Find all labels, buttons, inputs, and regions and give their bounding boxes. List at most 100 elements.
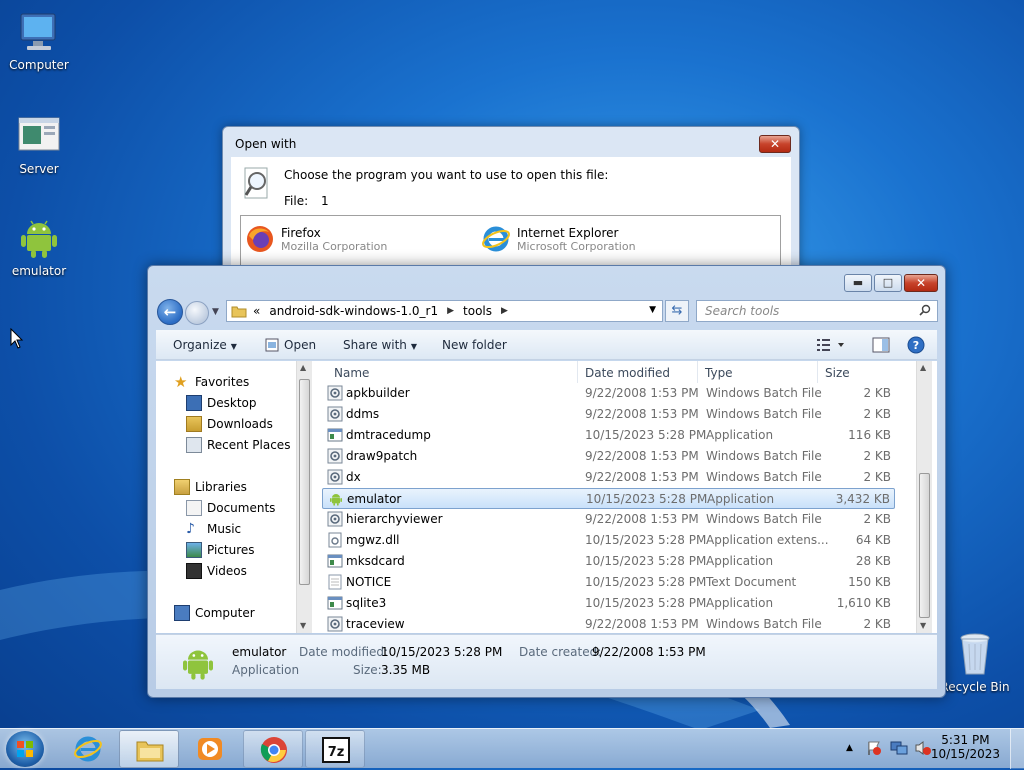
file-row-traceview[interactable]: traceview 9/22/2008 1:53 PM Windows Batch … (322, 614, 895, 635)
navigation-pane: ★ Favorites Desktop Downloads Recent Pla… (156, 361, 312, 633)
nav-pictures[interactable]: Pictures (186, 542, 255, 558)
breadcrumb-sdk[interactable]: android-sdk-windows-1.0_r1 (269, 304, 438, 318)
address-overflow[interactable]: « (253, 304, 260, 318)
view-options-icon[interactable] (816, 337, 846, 353)
open-label: Open (284, 338, 317, 352)
scroll-up-arrow[interactable]: ▲ (300, 363, 306, 372)
nav-videos[interactable]: Videos (186, 563, 247, 579)
window-close-button[interactable]: ✕ (904, 274, 938, 292)
file-size: 116 KB (848, 428, 891, 442)
taskbar-internet-explorer[interactable] (58, 730, 118, 768)
nav-desktop[interactable]: Desktop (186, 395, 257, 411)
file-row-mgwz-dll[interactable]: mgwz.dll 10/15/2023 5:28 PM Application ex… (322, 530, 895, 551)
file-name: draw9patch (346, 449, 418, 463)
clock[interactable]: 5:31 PM 10/15/2023 (931, 733, 1000, 761)
file-row-dmtracedump[interactable]: dmtracedump 10/15/2023 5:28 PM Application… (322, 425, 895, 446)
7-zip-label: 7z (328, 745, 345, 760)
taskbar-7zip[interactable]: 7z (305, 730, 365, 768)
scroll-down-arrow[interactable]: ▼ (920, 621, 926, 630)
recent-places-icon (186, 437, 202, 453)
maximize-button[interactable]: □ (874, 274, 902, 292)
refresh-button[interactable]: ⇆ (665, 300, 689, 322)
forward-button[interactable] (185, 301, 209, 325)
column-type[interactable]: Type (705, 366, 733, 380)
nav-label: Downloads (207, 417, 273, 431)
desktop-icon-emulator[interactable]: emulator (0, 214, 78, 278)
volume-muted-icon[interactable] (914, 740, 932, 756)
file-row-draw9patch[interactable]: draw9patch 9/22/2008 1:53 PM Windows Batch… (322, 446, 895, 467)
caption-buttons: ▬ □ ✕ (844, 274, 938, 292)
nav-recent-places[interactable]: Recent Places (186, 437, 290, 453)
breadcrumb-separator[interactable]: ▶ (447, 306, 454, 316)
batch-file-icon (327, 448, 343, 464)
search-input[interactable]: Search tools (696, 300, 938, 322)
address-bar[interactable]: « android-sdk-windows-1.0_r1 ▶ tools ▶ ▼ (226, 300, 663, 322)
file-date-modified: 10/15/2023 5:28 PM (585, 428, 707, 442)
start-button[interactable] (6, 731, 44, 767)
nav-libraries[interactable]: Libraries (174, 479, 247, 495)
program-firefox[interactable]: Firefox Mozilla Corporation (245, 222, 445, 262)
file-scrollbar[interactable]: ▲ ▼ (916, 361, 932, 633)
program-vendor: Mozilla Corporation (281, 240, 388, 253)
organize-button[interactable]: Organize ▼ (173, 338, 237, 352)
breadcrumb-separator[interactable]: ▶ (501, 306, 508, 316)
show-desktop-button[interactable] (1010, 729, 1024, 769)
file-row-mksdcard[interactable]: mksdcard 10/15/2023 5:28 PM Application 28 … (322, 551, 895, 572)
recent-pages-dropdown[interactable]: ▼ (212, 307, 219, 317)
scroll-up-arrow[interactable]: ▲ (920, 363, 926, 372)
taskbar-windows-explorer[interactable] (119, 730, 179, 768)
taskbar-chrome[interactable] (243, 730, 303, 768)
desktop-icon-server[interactable]: Server (0, 112, 78, 176)
help-icon[interactable]: ? (907, 336, 925, 354)
nav-computer[interactable]: Computer (174, 605, 255, 621)
taskbar-media-player[interactable] (180, 730, 240, 768)
breadcrumb-tools[interactable]: tools (463, 304, 492, 318)
preview-pane-icon[interactable] (872, 337, 890, 353)
scroll-down-arrow[interactable]: ▼ (300, 621, 306, 630)
file-row-emulator[interactable]: emulator 10/15/2023 5:28 PM Application 3,4… (322, 488, 895, 509)
file-row-hierarchyviewer[interactable]: hierarchyviewer 9/22/2008 1:53 PM Windows … (322, 509, 895, 530)
minimize-button[interactable]: ▬ (844, 274, 872, 292)
new-folder-button[interactable]: New folder (442, 338, 507, 352)
file-row-ddms[interactable]: ddms 9/22/2008 1:53 PM Windows Batch File 2… (322, 404, 895, 425)
nav-downloads[interactable]: Downloads (186, 416, 273, 432)
open-with-dialog: Open with ✕ Choose the program you want … (222, 126, 800, 276)
details-type: Application (232, 663, 300, 677)
dialog-close-button[interactable]: ✕ (759, 135, 791, 153)
show-hidden-icons-button[interactable]: ▲ (846, 743, 853, 753)
file-row-apkbuilder[interactable]: apkbuilder 9/22/2008 1:53 PM Windows Batch… (322, 383, 895, 404)
desktop-icon-computer[interactable]: Computer (0, 8, 78, 72)
nav-music[interactable]: ♪ Music (186, 521, 241, 537)
back-button[interactable]: ← (157, 299, 183, 325)
file-row-dx[interactable]: dx 9/22/2008 1:53 PM Windows Batch File 2 K… (322, 467, 895, 488)
file-row-notice[interactable]: NOTICE 10/15/2023 5:28 PM Text Document 150… (322, 572, 895, 593)
column-name[interactable]: Name (334, 366, 369, 380)
nav-documents[interactable]: Documents (186, 500, 275, 516)
column-date-modified[interactable]: Date modified (585, 366, 670, 380)
share-with-button[interactable]: Share with ▼ (343, 338, 417, 352)
file-name: apkbuilder (346, 386, 410, 400)
nav-scrollbar[interactable]: ▲ ▼ (296, 361, 312, 633)
file-row-sqlite3[interactable]: sqlite3 10/15/2023 5:28 PM Application 1,61… (322, 593, 895, 614)
network-icon[interactable] (890, 740, 908, 756)
libraries-icon (174, 479, 190, 495)
android-icon (328, 491, 344, 507)
command-bar: Organize ▼ Open Share with ▼ New folder ? (156, 330, 937, 360)
desktop-icon-recycle-bin[interactable]: Recycle Bin (936, 630, 1014, 694)
file-date-modified: 9/22/2008 1:53 PM (585, 617, 699, 631)
scroll-thumb[interactable] (919, 473, 930, 618)
open-button[interactable]: Open (284, 338, 316, 352)
column-size[interactable]: Size (825, 366, 850, 380)
file-date-modified: 9/22/2008 1:53 PM (585, 449, 699, 463)
nav-favorites[interactable]: ★ Favorites (174, 374, 249, 390)
scroll-thumb[interactable] (299, 379, 310, 585)
nav-label: Music (207, 522, 242, 536)
open-icon (265, 338, 279, 352)
action-center-flag-icon[interactable] (866, 740, 882, 756)
file-size: 2 KB (863, 470, 891, 484)
program-internet-explorer[interactable]: Internet Explorer Microsoft Corporation (481, 222, 681, 262)
address-dropdown[interactable]: ▼ (649, 305, 656, 315)
file-name: emulator (347, 492, 402, 506)
batch-file-icon (327, 385, 343, 401)
star-icon: ★ (174, 373, 188, 391)
